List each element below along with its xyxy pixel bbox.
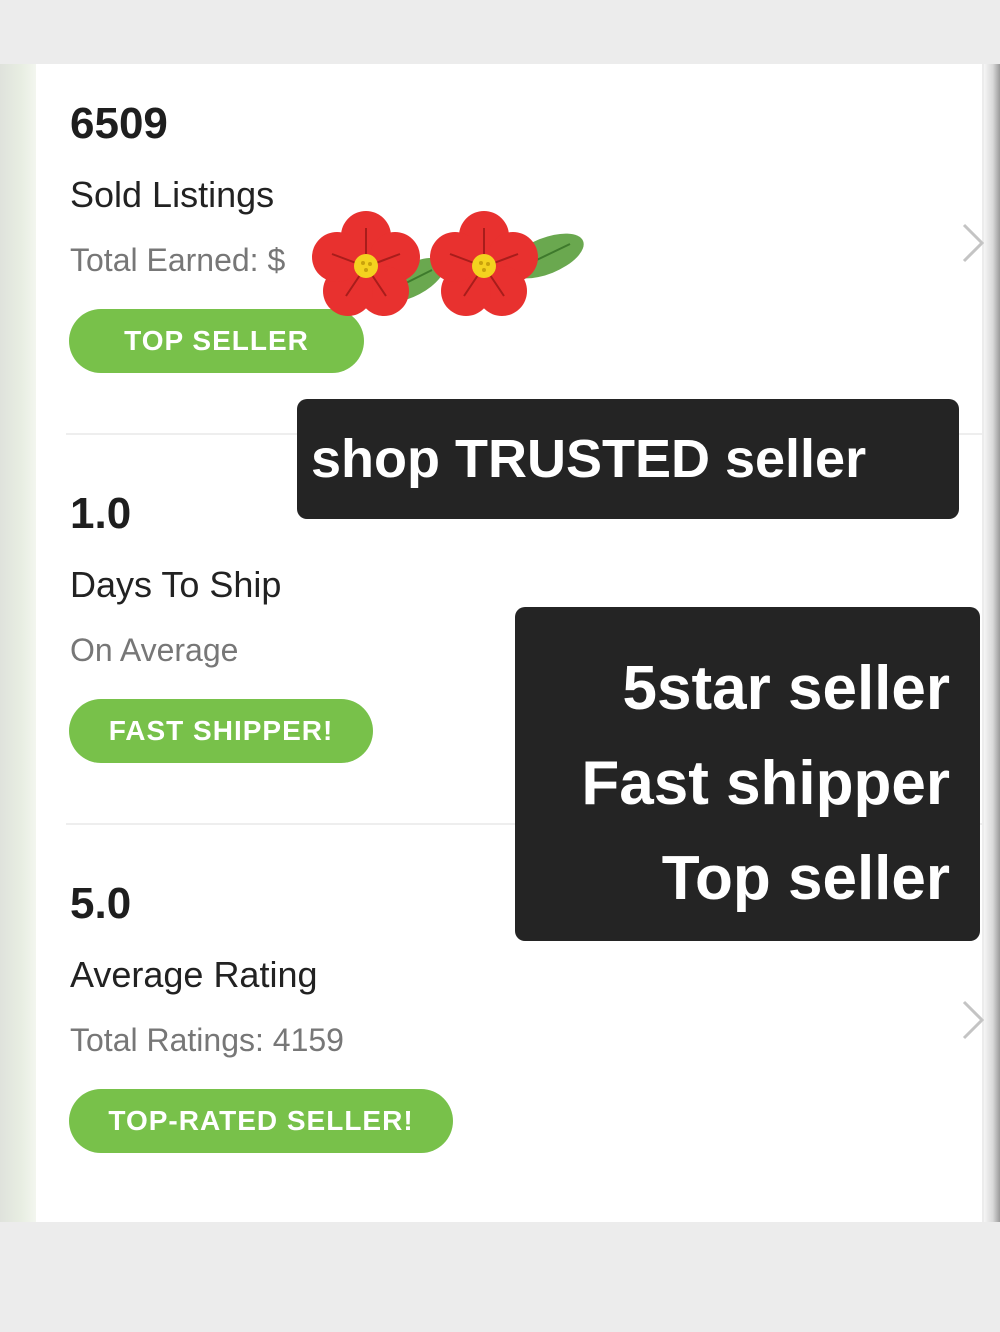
days-to-ship-label: Days To Ship xyxy=(70,564,282,605)
total-ratings-text: Total Ratings: 4159 xyxy=(70,1022,344,1058)
right-background-strip xyxy=(984,64,1000,1222)
on-average-text: On Average xyxy=(70,632,239,668)
caption-line: Top seller xyxy=(661,844,950,913)
seller-highlights-caption: 5star seller Fast shipper Top seller xyxy=(515,607,980,941)
flower-sticker xyxy=(312,211,584,316)
fast-shipper-badge: FAST SHIPPER! xyxy=(69,699,373,763)
caption-line: 5star seller xyxy=(622,654,950,723)
flower-icon xyxy=(312,211,420,316)
top-rated-seller-badge: TOP-RATED SELLER! xyxy=(69,1089,453,1153)
sold-listings-label: Sold Listings xyxy=(70,174,275,215)
chevron-right-icon[interactable] xyxy=(960,221,986,265)
average-rating-label: Average Rating xyxy=(70,954,318,995)
caption-line: Fast shipper xyxy=(581,749,950,818)
sold-listings-value: 6509 xyxy=(70,99,168,148)
chevron-right-icon[interactable] xyxy=(960,998,986,1042)
total-earned-text: Total Earned: $ xyxy=(70,242,286,278)
trusted-seller-caption: shop TRUSTED seller xyxy=(297,399,959,519)
flower-icon xyxy=(430,211,538,316)
average-rating-value: 5.0 xyxy=(70,879,132,928)
left-background-strip xyxy=(0,64,36,1222)
days-to-ship-value: 1.0 xyxy=(70,489,132,538)
